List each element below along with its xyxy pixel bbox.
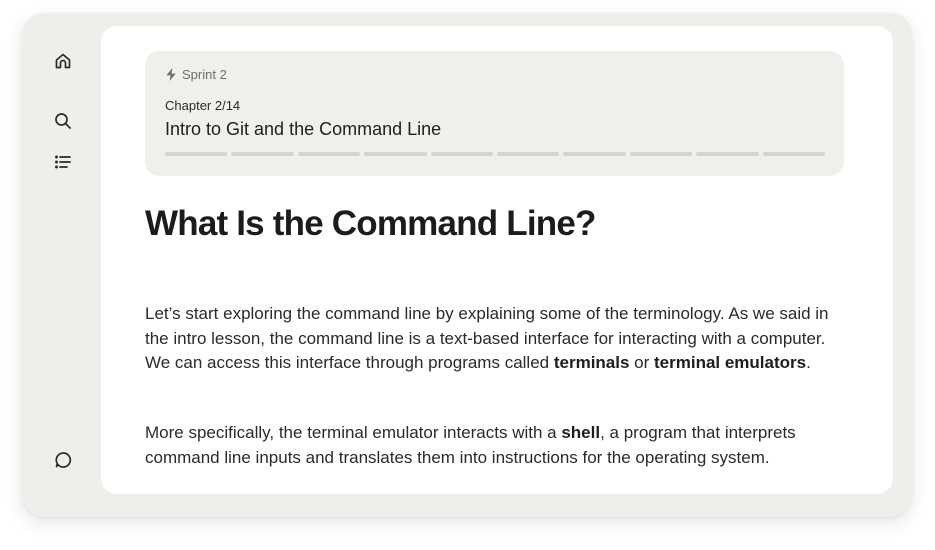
paragraph-text: . [806, 353, 811, 372]
chapter-card[interactable]: Sprint 2 Chapter 2/14 Intro to Git and t… [145, 51, 844, 176]
term-terminal-emulators: terminal emulators [654, 353, 807, 372]
progress-segment [430, 152, 494, 156]
chapter-count: Chapter 2/14 [165, 98, 241, 113]
term-terminals: terminals [553, 353, 630, 372]
chat-button[interactable] [50, 446, 76, 472]
search-icon [55, 113, 71, 129]
progress-segment [563, 152, 626, 156]
progress-segment [762, 152, 826, 156]
progress-segment [297, 152, 361, 156]
chat-bubble-icon [55, 452, 72, 468]
home-icon [55, 53, 71, 69]
chapter-progress-bar [165, 152, 826, 156]
sprint-label: Sprint 2 [165, 67, 227, 82]
list-icon [55, 155, 71, 169]
intro-paragraph: Let’s start exploring the command line b… [145, 302, 845, 376]
progress-segment [231, 152, 294, 156]
progress-segment [364, 152, 427, 156]
progress-segment [165, 152, 228, 156]
page-title: What Is the Command Line? [145, 204, 596, 243]
progress-segment [497, 152, 560, 156]
lightning-bolt-icon [166, 68, 176, 81]
progress-segment [696, 152, 759, 156]
search-button[interactable] [50, 108, 76, 134]
progress-segment [629, 152, 693, 156]
main-content: Sprint 2 Chapter 2/14 Intro to Git and t… [101, 26, 893, 494]
sprint-text: Sprint 2 [182, 67, 227, 82]
paragraph-text: or [629, 353, 654, 372]
app-window: Sprint 2 Chapter 2/14 Intro to Git and t… [22, 13, 912, 517]
chapter-title: Intro to Git and the Command Line [165, 119, 442, 139]
chapters-button[interactable] [50, 149, 76, 175]
shell-paragraph: More specifically, the terminal emulator… [145, 421, 845, 470]
paragraph-text: More specifically, the terminal emulator… [145, 423, 562, 442]
term-shell: shell [561, 423, 601, 442]
home-button[interactable] [50, 48, 76, 74]
